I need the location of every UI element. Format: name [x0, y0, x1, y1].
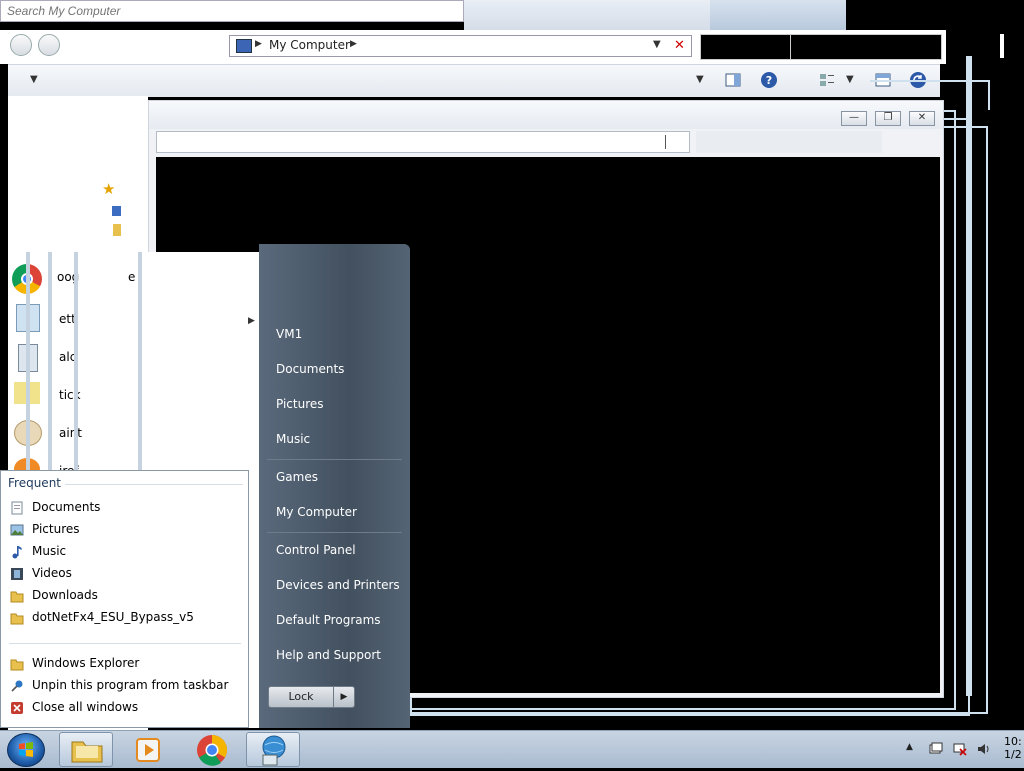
network-icon[interactable] — [953, 742, 967, 756]
lock-button[interactable]: Lock — [268, 686, 334, 708]
window-edge — [48, 252, 52, 482]
organize-dropdown-icon[interactable]: ▼ — [30, 74, 38, 85]
taskbar-network-app-button[interactable] — [246, 732, 300, 767]
blank-field — [700, 34, 792, 60]
jumplist-label: Windows Explorer — [32, 656, 140, 670]
music-icon — [10, 545, 24, 559]
back-button[interactable] — [10, 34, 32, 56]
taskbar-explorer-button[interactable] — [59, 732, 113, 767]
documents-icon — [10, 501, 24, 515]
jumplist-heading: Frequent — [8, 476, 61, 490]
program-label-partial[interactable]: e — [128, 270, 135, 284]
svg-text:?: ? — [766, 74, 772, 87]
minimize-button[interactable]: — — [841, 111, 867, 126]
address-dropdown-icon[interactable]: ▼ — [653, 39, 661, 50]
jumplist-label: Music — [32, 544, 67, 558]
action-center-icon[interactable] — [929, 742, 943, 756]
jumplist-label: Videos — [32, 566, 72, 580]
window-edge — [138, 252, 142, 482]
window-edge — [1000, 34, 1004, 58]
taskbar-media-player-button[interactable] — [121, 732, 175, 767]
system-clock[interactable]: 10: 1/2 — [1004, 735, 1022, 761]
submenu-arrow-icon[interactable]: ▶ — [248, 316, 255, 326]
start-item-my-computer[interactable]: My Computer — [276, 505, 357, 519]
blank-field — [790, 34, 942, 60]
toolbar-dropdown-icon[interactable]: ▼ — [696, 74, 704, 85]
start-item-devices-printers[interactable]: Devices and Printers — [276, 578, 400, 592]
folder-icon — [10, 657, 24, 671]
folder-icon — [71, 741, 103, 763]
help-icon[interactable]: ? — [760, 71, 778, 89]
heading-rule — [65, 484, 243, 485]
title-strip-highlight — [710, 0, 846, 30]
jumplist-label: Unpin this program from taskbar — [32, 678, 229, 692]
start-menu-places-pane: VM1 Documents Pictures Music Games My Co… — [259, 244, 410, 728]
jumplist-label: dotNetFx4_ESU_Bypass_v5 — [32, 610, 194, 624]
folder-icon[interactable] — [113, 224, 121, 236]
separator — [267, 459, 402, 460]
search-input[interactable] — [0, 0, 464, 22]
jumplist-label: Documents — [32, 500, 101, 514]
program-label-partial[interactable]: aint — [59, 426, 82, 440]
start-button[interactable] — [7, 733, 45, 767]
window-search-field[interactable] — [696, 131, 882, 153]
window-edge — [966, 56, 972, 696]
nav-buttons — [8, 34, 66, 58]
separator — [9, 643, 241, 644]
volume-icon[interactable] — [977, 742, 991, 756]
start-item-pictures[interactable]: Pictures — [276, 397, 324, 411]
address-path[interactable]: My Computer — [269, 38, 350, 52]
separator — [267, 532, 402, 533]
desktop-icon[interactable] — [112, 206, 121, 216]
window-address-field[interactable] — [156, 131, 690, 153]
start-item-user[interactable]: VM1 — [276, 327, 302, 341]
start-item-documents[interactable]: Documents — [276, 362, 344, 376]
taskbar-chrome-button[interactable] — [185, 732, 239, 767]
start-item-control-panel[interactable]: Control Panel — [276, 543, 356, 557]
explorer-jump-list: Frequent Documents Pictures Music Videos… — [0, 470, 249, 728]
computer-icon — [236, 39, 252, 53]
pictures-icon — [10, 523, 24, 537]
media-player-icon — [136, 738, 160, 762]
window-titlebar: — ❐ ✕ — [149, 101, 943, 129]
preview-pane-icon[interactable] — [724, 71, 742, 89]
start-item-help-support[interactable]: Help and Support — [276, 648, 381, 662]
forward-button[interactable] — [38, 34, 60, 56]
jumplist-label: Pictures — [32, 522, 80, 536]
close-window-icon — [10, 701, 24, 715]
jumplist-label: Downloads — [32, 588, 98, 602]
favorites-star-icon[interactable]: ★ — [102, 180, 115, 198]
shutdown-options-icon[interactable]: ▶ — [333, 686, 355, 708]
windows-logo-icon — [19, 742, 33, 757]
restore-button[interactable]: ❐ — [875, 111, 901, 126]
clock-time: 10: — [1004, 735, 1022, 748]
start-item-games[interactable]: Games — [276, 470, 318, 484]
folder-icon — [10, 611, 24, 625]
folder-icon — [10, 589, 24, 603]
view-options-icon[interactable] — [818, 71, 836, 89]
clock-date: 1/2 — [1004, 748, 1022, 761]
command-bar: ▼ ▼ ? ▼ — [8, 64, 940, 97]
globe-icon — [262, 735, 286, 766]
address-bar[interactable]: ▶ My Computer ▶ ▼ ✕ — [229, 35, 692, 57]
window-edge — [74, 252, 78, 482]
text-cursor — [665, 135, 666, 149]
view-dropdown-icon[interactable]: ▼ — [846, 74, 854, 85]
taskbar: ▲ 10: 1/2 — [0, 730, 1024, 768]
start-item-music[interactable]: Music — [276, 432, 310, 446]
start-item-default-programs[interactable]: Default Programs — [276, 613, 381, 627]
breadcrumb-arrow-icon[interactable]: ▶ — [255, 39, 262, 49]
chrome-icon — [197, 735, 228, 766]
close-icon[interactable]: ✕ — [672, 38, 687, 53]
window-edge — [26, 252, 30, 482]
videos-icon — [10, 567, 24, 581]
breadcrumb-arrow-icon[interactable]: ▶ — [350, 39, 357, 49]
show-hidden-icons-icon[interactable]: ▲ — [906, 742, 913, 752]
jumplist-label: Close all windows — [32, 700, 139, 714]
close-button[interactable]: ✕ — [909, 111, 935, 126]
pin-icon — [10, 679, 24, 693]
